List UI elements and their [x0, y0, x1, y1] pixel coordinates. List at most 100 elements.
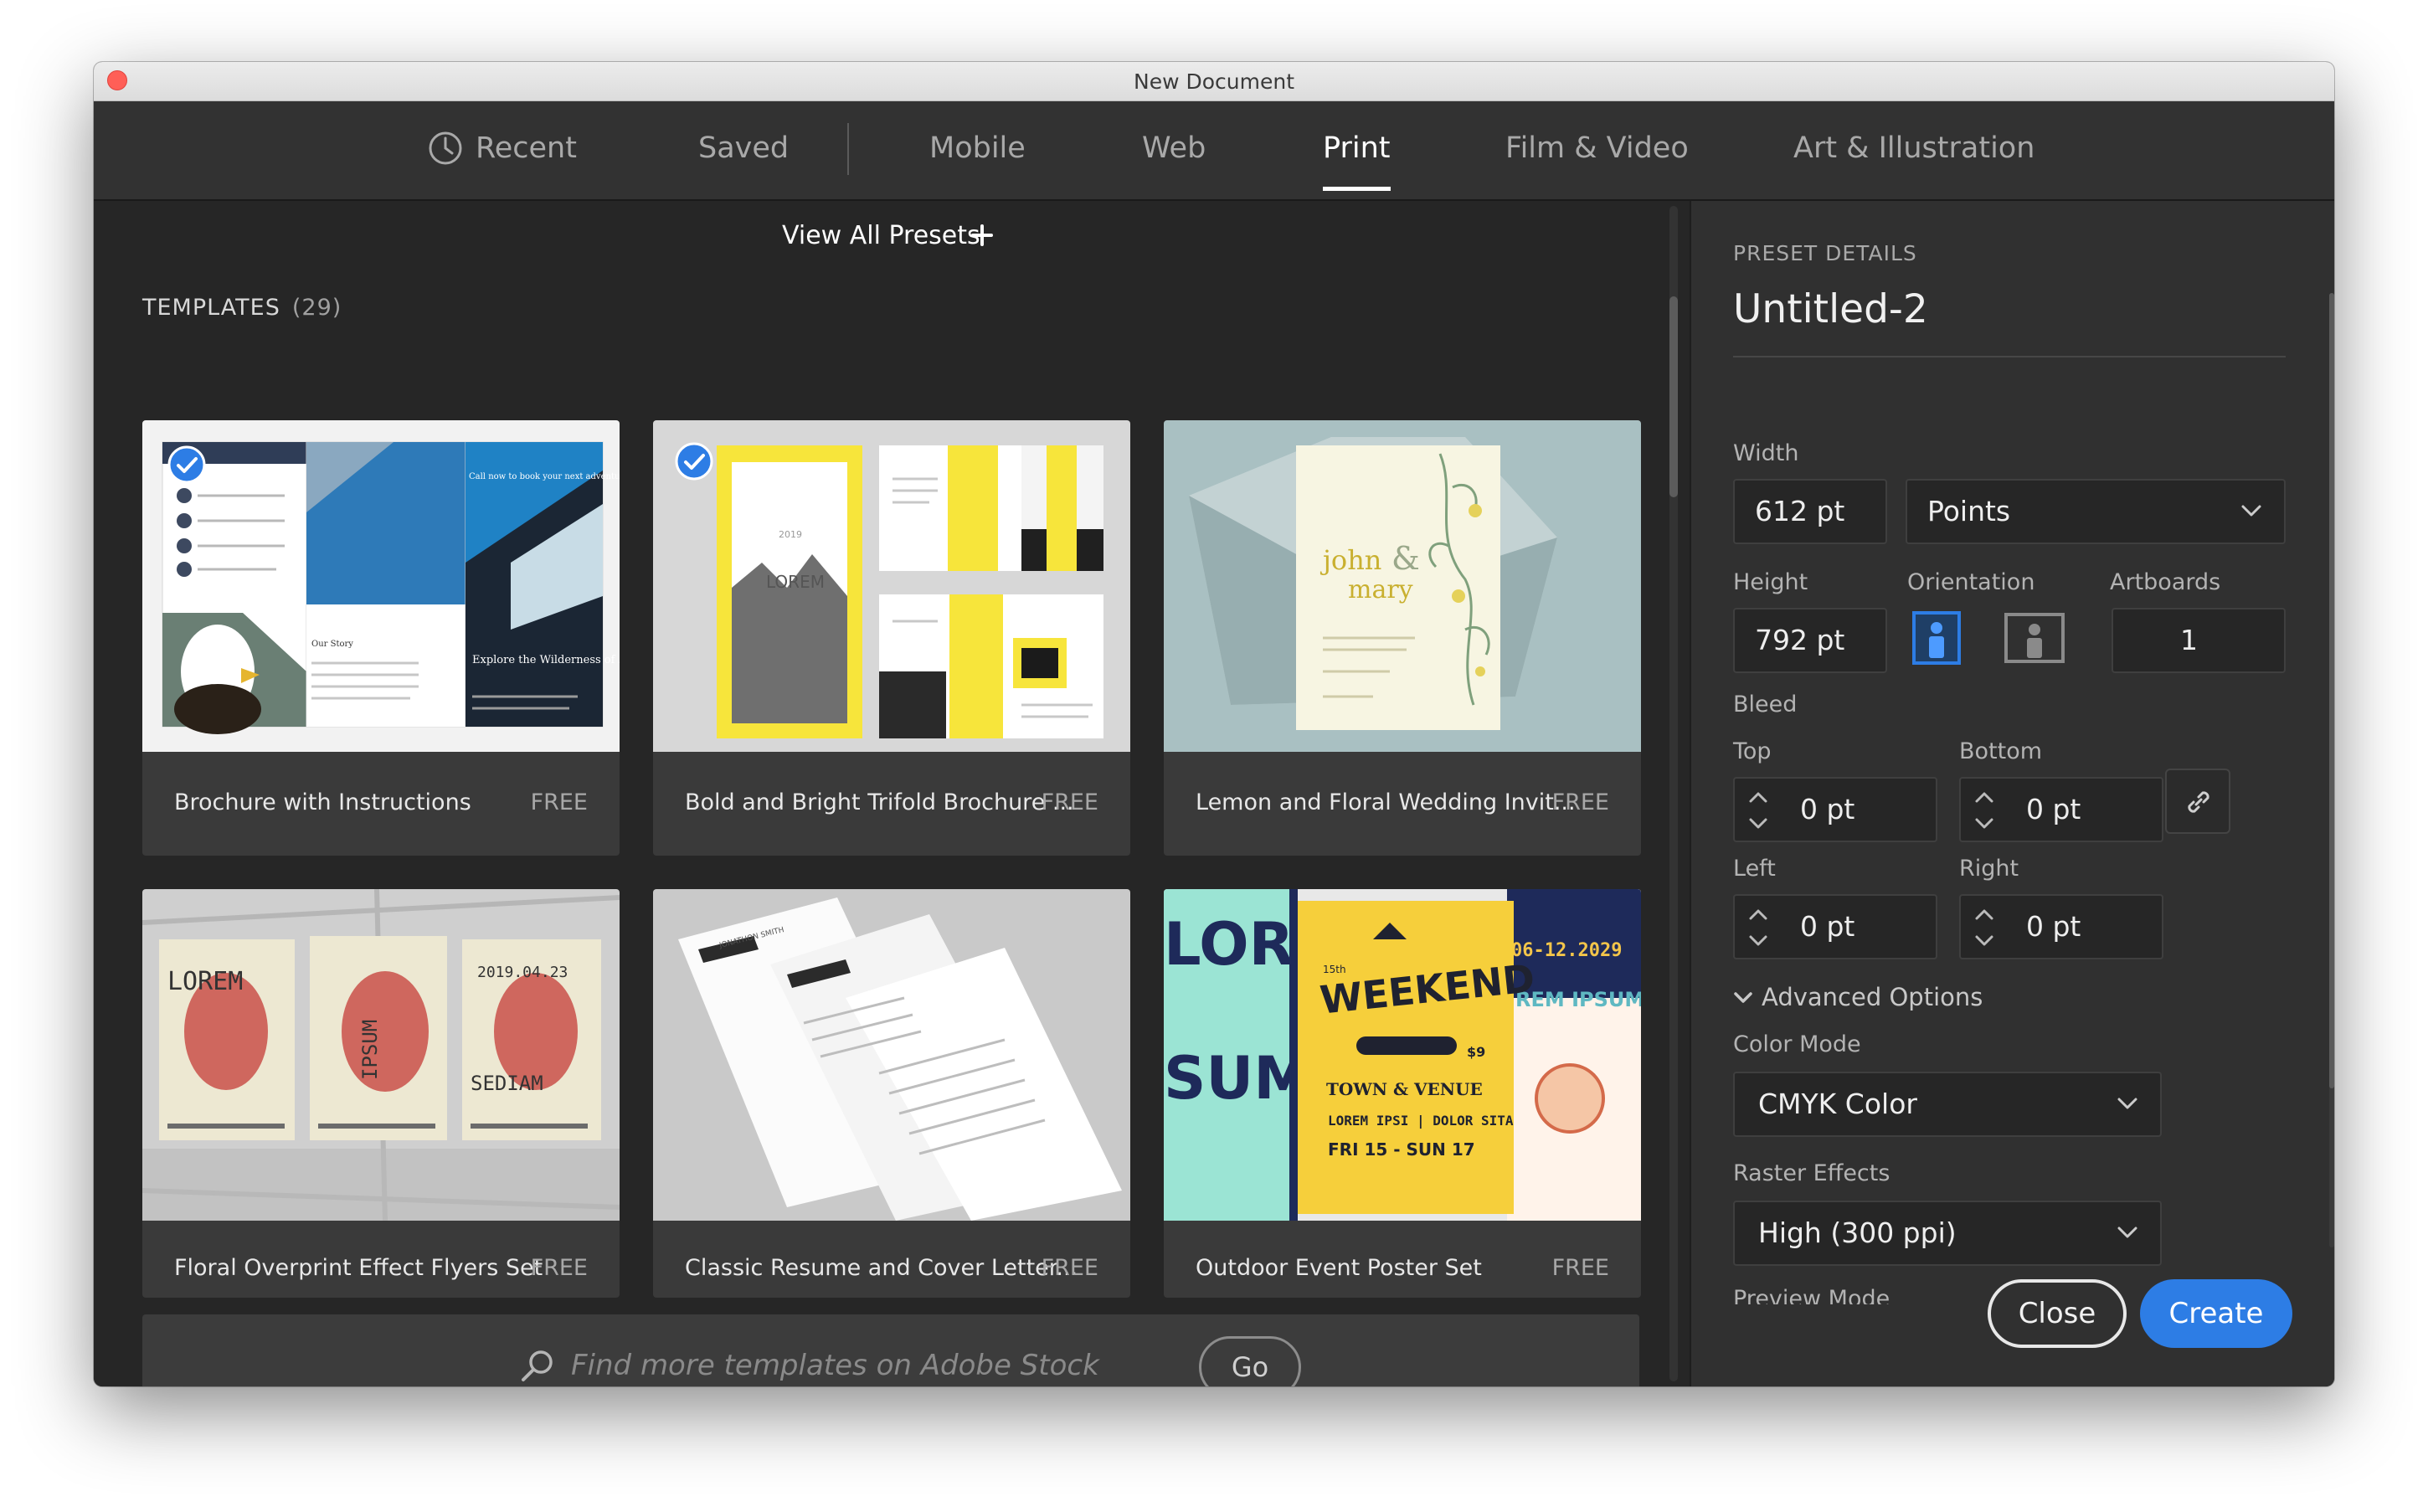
preset-details-heading: PRESET DETAILS: [1733, 241, 1917, 265]
chevron-down-icon[interactable]: [1974, 815, 1994, 831]
tab-art-illustration[interactable]: Art & Illustration: [1793, 131, 2034, 165]
selected-check-icon: [167, 445, 206, 484]
bleed-top-stepper[interactable]: [1736, 779, 1782, 842]
bleed-top-label: Top: [1733, 738, 1772, 764]
chevron-up-icon[interactable]: [1748, 908, 1768, 923]
width-label: Width: [1733, 440, 1799, 466]
bleed-bottom-stepper[interactable]: [1962, 779, 2008, 842]
height-field[interactable]: 792 pt: [1733, 608, 1887, 673]
color-mode-dropdown[interactable]: CMYK Color: [1733, 1072, 2162, 1137]
brochure-preview-image: Our Story Call now to book your next adv…: [162, 441, 620, 734]
orientation-label: Orientation: [1907, 569, 2035, 595]
brochure-callout: Call now to book your next adventure.: [469, 472, 620, 481]
color-mode-value: CMYK Color: [1758, 1088, 1917, 1120]
artboards-label: Artboards: [2110, 569, 2221, 595]
brochure-story-heading: Our Story: [311, 640, 353, 649]
details-scrollbar[interactable]: [2329, 293, 2334, 1247]
tab-print[interactable]: Print: [1323, 131, 1391, 191]
template-card-resume[interactable]: JONATHON SMITH Classic Resume and Cover …: [653, 889, 1130, 1298]
templates-scrollbar[interactable]: [1669, 206, 1678, 1381]
new-document-window: New Document Recent Saved Mobile Web Pri…: [94, 62, 2334, 1386]
close-button[interactable]: Close: [1988, 1279, 2127, 1348]
tab-print-label: Print: [1323, 131, 1391, 165]
chevron-down-icon[interactable]: [1974, 933, 1994, 948]
tab-film-video[interactable]: Film & Video: [1505, 131, 1689, 165]
height-label: Height: [1733, 569, 1808, 595]
document-name-underline: [1733, 356, 2286, 357]
template-title: Classic Resume and Cover Letter...: [685, 1255, 1078, 1281]
poster-price: $9: [1467, 1044, 1485, 1060]
template-card-poster[interactable]: LORE SUM 06-12.2029 REM IPSUM WEEKEND 15…: [1164, 889, 1641, 1298]
create-button[interactable]: Create: [2140, 1279, 2292, 1348]
chevron-down-icon[interactable]: [1748, 815, 1768, 831]
portrait-orientation-icon[interactable]: [1912, 611, 1961, 665]
chevron-down-icon: [2117, 1227, 2137, 1238]
template-title: Lemon and Floral Wedding Invit...: [1196, 789, 1576, 815]
tab-recent[interactable]: Recent: [476, 131, 577, 165]
tab-saved[interactable]: Saved: [698, 131, 789, 165]
plus-icon[interactable]: [971, 224, 993, 246]
template-thumbnail: LORE SUM 06-12.2029 REM IPSUM WEEKEND 15…: [1164, 889, 1641, 1221]
poster-subline: LOREM IPSI | DOLOR SITA: [1328, 1113, 1514, 1129]
view-all-presets-link[interactable]: View All Presets: [782, 221, 980, 250]
document-name[interactable]: Untitled-2: [1733, 286, 1928, 332]
bleed-left-stepper[interactable]: [1736, 896, 1782, 959]
template-price: FREE: [1551, 1255, 1609, 1281]
chevron-up-icon[interactable]: [1748, 790, 1768, 805]
tab-web[interactable]: Web: [1142, 131, 1206, 165]
raster-effects-value: High (300 ppi): [1758, 1216, 1957, 1249]
width-field[interactable]: 612 pt: [1733, 479, 1887, 544]
template-thumbnail: Our Story Call now to book your next adv…: [142, 420, 620, 752]
bleed-label: Bleed: [1733, 692, 1798, 717]
stock-search-input[interactable]: [569, 1340, 1134, 1386]
chevron-down-icon: [2241, 505, 2261, 517]
clock-icon: [429, 131, 462, 165]
template-thumbnail: LOREM 2019: [653, 420, 1130, 752]
chevron-down-icon[interactable]: [1748, 933, 1768, 948]
window-title: New Document: [1134, 69, 1294, 94]
wedding-preview-image: john & mary: [1189, 437, 1557, 730]
template-card-flyers[interactable]: LOREM IPSUM 2019.04.23 SEDIAM Floral Ove…: [142, 889, 620, 1298]
bleed-left-label: Left: [1733, 856, 1776, 882]
template-card-trifold[interactable]: LOREM 2019 Bold and Bright Trifold Broch…: [653, 420, 1130, 856]
tab-divider: [847, 123, 849, 175]
template-title: Brochure with Instructions: [174, 789, 471, 815]
raster-effects-dropdown[interactable]: High (300 ppi): [1733, 1201, 2162, 1266]
tab-mobile[interactable]: Mobile: [929, 131, 1026, 165]
chevron-up-icon[interactable]: [1974, 908, 1994, 923]
chevron-down-icon: [1734, 992, 1752, 1003]
template-card-brochure[interactable]: Our Story Call now to book your next adv…: [142, 420, 620, 856]
bleed-right-label: Right: [1959, 856, 2019, 882]
wedding-name-1: john: [1319, 544, 1381, 576]
template-price: FREE: [530, 1255, 588, 1281]
template-price: FREE: [1551, 789, 1609, 815]
details-scrollbar-thumb[interactable]: [2329, 293, 2334, 1088]
link-icon: [2188, 791, 2209, 813]
active-tab-indicator: [1323, 187, 1391, 191]
template-card-wedding[interactable]: john & mary Lemon and Floral Wedding Inv…: [1164, 420, 1641, 856]
raster-effects-label: Raster Effects: [1733, 1160, 1890, 1186]
title-bar: New Document: [94, 62, 2334, 101]
poster-preview-image: LORE SUM 06-12.2029 REM IPSUM WEEKEND 15…: [1164, 889, 1641, 1221]
bleed-right-stepper[interactable]: [1962, 896, 2008, 959]
brochure-explore: Explore the Wilderness of Alaska: [472, 654, 620, 666]
templates-pane: View All Presets TEMPLATES (29) Our Stor…: [94, 201, 1690, 1386]
templates-scrollbar-thumb[interactable]: [1669, 296, 1678, 497]
artboards-field[interactable]: 1: [2112, 608, 2286, 673]
template-price: FREE: [530, 789, 588, 815]
go-button[interactable]: Go: [1199, 1336, 1301, 1386]
stock-search-bar: Go: [142, 1314, 1639, 1386]
templates-heading: TEMPLATES (29): [142, 295, 342, 321]
landscape-orientation-icon[interactable]: [2004, 613, 2065, 663]
flyer-text-2: IPSUM: [358, 1020, 382, 1080]
preset-details-panel: PRESET DETAILS Untitled-2 Width 612 pt P…: [1691, 201, 2334, 1386]
units-value: Points: [1927, 495, 2011, 527]
template-thumbnail: LOREM IPSUM 2019.04.23 SEDIAM: [142, 889, 620, 1221]
chevron-up-icon[interactable]: [1974, 790, 1994, 805]
link-bleed-button[interactable]: [2165, 769, 2230, 834]
preview-mode-label: Preview Mode: [1733, 1286, 1890, 1304]
bleed-bottom-label: Bottom: [1959, 738, 2043, 764]
units-dropdown[interactable]: Points: [1906, 479, 2286, 544]
flyer-text-1: LOREM: [167, 967, 243, 996]
advanced-options-label: Advanced Options: [1762, 983, 1983, 1011]
